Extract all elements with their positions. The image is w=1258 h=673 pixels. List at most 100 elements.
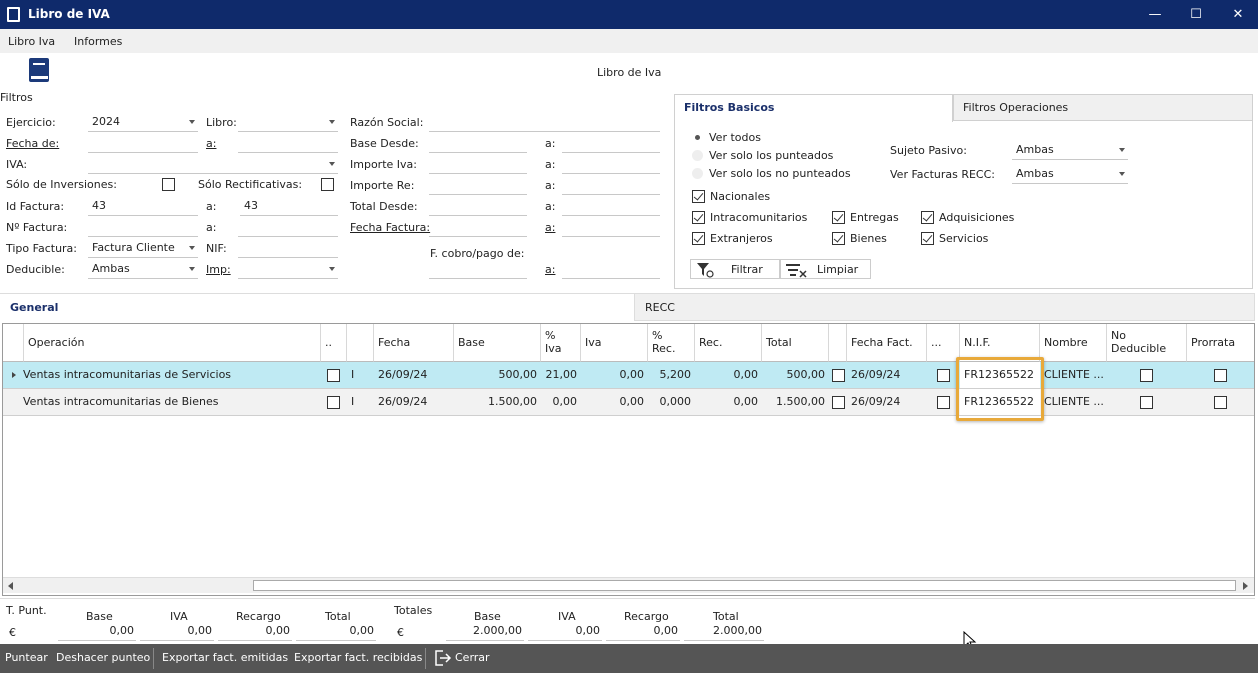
cell-prec: 0,000: [659, 395, 692, 408]
extranjeros-checkbox[interactable]: [692, 232, 705, 245]
col-dots2[interactable]: ...: [927, 324, 960, 362]
chevron-down-icon: [189, 246, 195, 250]
col-piva[interactable]: % Iva: [541, 324, 581, 362]
row-punteo-checkbox[interactable]: [327, 369, 340, 382]
fecha-de-label[interactable]: Fecha de:: [6, 137, 59, 150]
cell-nombre: CLIENTE ...: [1044, 368, 1104, 381]
col-blank[interactable]: [829, 324, 847, 362]
row-dots-checkbox[interactable]: [937, 369, 950, 382]
row-no-deducible-checkbox[interactable]: [1140, 369, 1153, 382]
ver-no-punteados-radio[interactable]: [692, 168, 703, 179]
table-row[interactable]: Ventas intracomunitarias de Servicios I …: [3, 362, 1254, 389]
col-prorrata[interactable]: Prorrata: [1187, 324, 1254, 362]
cerrar-button[interactable]: Cerrar: [455, 651, 490, 664]
importe-re-input[interactable]: [429, 175, 527, 195]
servicios-checkbox[interactable]: [921, 232, 934, 245]
col-base[interactable]: Base: [454, 324, 541, 362]
id-a-input[interactable]: 43: [240, 196, 338, 216]
sujeto-pasivo-select[interactable]: Ambas: [1012, 140, 1128, 160]
deducible-select[interactable]: Ambas: [88, 259, 198, 279]
menu-informes[interactable]: Informes: [74, 35, 122, 48]
col-fecha[interactable]: Fecha: [374, 324, 454, 362]
base-desde-input[interactable]: [429, 133, 527, 153]
iva-label: IVA:: [6, 158, 28, 171]
entregas-checkbox[interactable]: [832, 211, 845, 224]
cell-nombre: CLIENTE ...: [1044, 395, 1104, 408]
exportar-emitidas-button[interactable]: Exportar fact. emitidas: [162, 651, 288, 664]
col-tipo[interactable]: [347, 324, 374, 362]
solo-inversiones-checkbox[interactable]: [162, 178, 175, 191]
importe-re-a-input[interactable]: [562, 175, 660, 195]
row-prorrata-checkbox[interactable]: [1214, 396, 1227, 409]
f-cobro-a-label[interactable]: a:: [545, 263, 555, 276]
minimize-button[interactable]: —: [1133, 0, 1177, 29]
id-factura-input[interactable]: 43: [88, 196, 198, 216]
col-rec[interactable]: Rec.: [695, 324, 762, 362]
fecha-factura-input[interactable]: [429, 217, 527, 237]
filtrar-button[interactable]: Filtrar: [690, 259, 780, 279]
libro-select[interactable]: [238, 112, 338, 132]
importe-iva-a-input[interactable]: [562, 154, 660, 174]
close-button[interactable]: ✕: [1216, 0, 1258, 29]
col-no-deducible[interactable]: No Deducible: [1107, 324, 1187, 362]
row-punteo-checkbox[interactable]: [327, 396, 340, 409]
nif-input[interactable]: [238, 238, 338, 258]
ver-todos-radio[interactable]: [695, 135, 700, 140]
razon-social-input[interactable]: [429, 112, 660, 132]
imp-label[interactable]: Imp:: [206, 263, 231, 276]
col-nombre[interactable]: Nombre: [1040, 324, 1107, 362]
fecha-factura-a-label[interactable]: a:: [545, 221, 555, 234]
bienes-checkbox[interactable]: [832, 232, 845, 245]
row-blank-checkbox[interactable]: [832, 396, 845, 409]
scroll-right-icon[interactable]: [1243, 582, 1248, 590]
deshacer-punteo-button[interactable]: Deshacer punteo: [56, 651, 150, 664]
menu-libro-iva[interactable]: Libro Iva: [8, 35, 55, 48]
tab-recc[interactable]: RECC: [634, 293, 1255, 321]
f-cobro-a-input[interactable]: [562, 259, 660, 279]
tipo-factura-select[interactable]: Factura Cliente: [88, 238, 198, 258]
intracomunitarios-checkbox[interactable]: [692, 211, 705, 224]
recc-select[interactable]: Ambas: [1012, 164, 1128, 184]
fecha-factura-label[interactable]: Fecha Factura:: [350, 221, 430, 234]
tab-filtros-operaciones[interactable]: Filtros Operaciones: [953, 94, 1253, 121]
horizontal-scrollbar[interactable]: [3, 577, 1254, 593]
row-no-deducible-checkbox[interactable]: [1140, 396, 1153, 409]
nro-a-input[interactable]: [238, 217, 338, 237]
row-blank-checkbox[interactable]: [832, 369, 845, 382]
ver-punteados-radio[interactable]: [692, 150, 703, 161]
col-operacion[interactable]: Operación: [24, 324, 321, 362]
row-prorrata-checkbox[interactable]: [1214, 369, 1227, 382]
col-iva[interactable]: Iva: [581, 324, 648, 362]
iva-select[interactable]: [88, 154, 338, 174]
adquisiciones-checkbox[interactable]: [921, 211, 934, 224]
ejercicio-select[interactable]: 2024: [88, 112, 198, 132]
tab-general[interactable]: General: [0, 293, 634, 321]
maximize-button[interactable]: ☐: [1174, 0, 1218, 29]
col-total[interactable]: Total: [762, 324, 829, 362]
limpiar-button[interactable]: Limpiar: [780, 259, 871, 279]
solo-rectificativas-checkbox[interactable]: [321, 178, 334, 191]
fecha-a-label[interactable]: a:: [206, 137, 216, 150]
scrollbar-thumb[interactable]: [253, 580, 1236, 591]
total-a-input[interactable]: [562, 196, 660, 216]
fecha-de-input[interactable]: [88, 133, 198, 153]
exportar-recibidas-button[interactable]: Exportar fact. recibidas: [294, 651, 422, 664]
tab-filtros-basicos[interactable]: Filtros Basicos: [674, 94, 953, 122]
nacionales-checkbox[interactable]: [692, 190, 705, 203]
f-cobro-input[interactable]: [429, 259, 527, 279]
col-prec[interactable]: % Rec.: [648, 324, 695, 362]
total-desde-input[interactable]: [429, 196, 527, 216]
importe-iva-input[interactable]: [429, 154, 527, 174]
puntear-button[interactable]: Puntear: [5, 651, 48, 664]
table-row[interactable]: Ventas intracomunitarias de Bienes I 26/…: [3, 389, 1254, 416]
fecha-a-input[interactable]: [238, 133, 338, 153]
scroll-left-icon[interactable]: [8, 582, 13, 590]
row-dots-checkbox[interactable]: [937, 396, 950, 409]
solo-rectificativas-label: Sólo Rectificativas:: [198, 178, 303, 191]
imp-select[interactable]: [238, 259, 338, 279]
col-fecha-fact[interactable]: Fecha Fact.: [847, 324, 927, 362]
fecha-factura-a-input[interactable]: [562, 217, 660, 237]
col-dots[interactable]: ..: [321, 324, 347, 362]
base-a-input[interactable]: [562, 133, 660, 153]
nro-factura-input[interactable]: [88, 217, 198, 237]
